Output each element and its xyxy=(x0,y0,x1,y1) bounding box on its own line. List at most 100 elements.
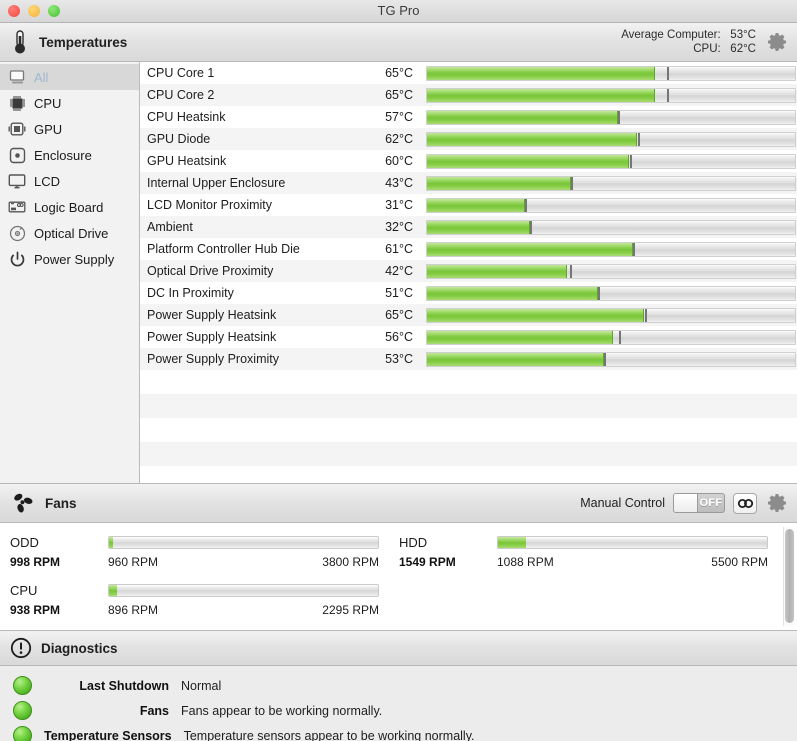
fan-speed-slider[interactable] xyxy=(108,535,379,549)
table-row[interactable]: Power Supply Proximity 53°C xyxy=(140,348,797,370)
fans-settings-button[interactable] xyxy=(766,492,788,514)
diagnostic-row: Fans Fans appear to be working normally. xyxy=(0,698,797,723)
fan-bottom-row: 1549 RPM 1088 RPM 5500 RPM xyxy=(399,553,770,571)
manual-control-toggle[interactable]: OFF xyxy=(673,493,725,513)
temperature-bar xyxy=(426,109,796,125)
table-row-empty xyxy=(140,442,797,466)
temperature-bar-fill xyxy=(427,198,525,212)
fan-speed-fill xyxy=(498,536,526,548)
link-fans-button[interactable] xyxy=(733,492,757,514)
fan-min-rpm: 896 RPM xyxy=(108,603,159,617)
fan-bar-container xyxy=(108,583,381,597)
sidebar-item-label: All xyxy=(34,69,49,85)
temperature-bar-fill xyxy=(427,176,571,190)
sensor-name: GPU Heatsink xyxy=(147,154,227,168)
sensor-temperature-value: 32°C xyxy=(385,220,413,234)
sensor-temperature-value: 60°C xyxy=(385,154,413,168)
sensor-temperature-value: 43°C xyxy=(385,176,413,190)
sensor-name: CPU Core 1 xyxy=(147,66,215,80)
temperature-peak-marker xyxy=(570,264,573,278)
sidebar-item-enclosure[interactable]: Enclosure xyxy=(0,142,139,168)
table-row[interactable]: GPU Diode 62°C xyxy=(140,128,797,150)
table-row[interactable]: GPU Heatsink 60°C xyxy=(140,150,797,172)
fan-item: ODD 998 RPM 960 RPM 3800 RPM xyxy=(0,531,389,579)
fan-bottom-row: 998 RPM 960 RPM 3800 RPM xyxy=(10,553,381,571)
fan-speed-slider[interactable] xyxy=(108,583,379,597)
gear-icon xyxy=(768,494,786,512)
sidebar-item-lcd[interactable]: LCD xyxy=(0,168,139,194)
temperatures-settings-button[interactable] xyxy=(766,31,788,53)
temperature-bar xyxy=(426,131,796,147)
sidebar-item-all[interactable]: All xyxy=(0,64,139,90)
sensor-name: Power Supply Heatsink xyxy=(147,330,277,344)
sidebar-item-label: Power Supply xyxy=(34,251,115,267)
table-row[interactable]: Power Supply Heatsink 56°C xyxy=(140,326,797,348)
temperature-bar-fill xyxy=(427,132,637,146)
sensor-temperature-value: 61°C xyxy=(385,242,413,256)
fan-range: 1088 RPM 5500 RPM xyxy=(497,555,770,569)
table-row[interactable]: CPU Core 2 65°C xyxy=(140,84,797,106)
sensor-temperature-value: 56°C xyxy=(385,330,413,344)
sidebar-item-logic-board[interactable]: Logic Board xyxy=(0,194,139,220)
fan-speed-fill xyxy=(109,584,118,596)
table-row[interactable]: Power Supply Heatsink 65°C xyxy=(140,304,797,326)
diagnostic-row: Temperature Sensors Temperature sensors a… xyxy=(0,723,797,741)
fans-scrollbar[interactable] xyxy=(783,527,795,626)
chain-link-icon xyxy=(737,498,753,508)
enclosure-icon xyxy=(7,145,27,165)
logic-board-icon xyxy=(7,197,27,217)
fan-top-row: ODD xyxy=(10,531,381,553)
sensor-name: DC In Proximity xyxy=(147,286,234,300)
sensor-name: CPU Heatsink xyxy=(147,110,226,124)
scrollbar-thumb[interactable] xyxy=(785,529,794,623)
fan-max-rpm: 3800 RPM xyxy=(322,555,379,569)
sidebar-item-gpu[interactable]: GPU xyxy=(0,116,139,142)
sensor-temperature-value: 51°C xyxy=(385,286,413,300)
exclamation-circle-icon xyxy=(10,637,32,659)
temperature-bar-fill xyxy=(427,286,599,300)
temperature-bar xyxy=(426,219,796,235)
temperature-bar xyxy=(426,351,796,367)
temperature-bar xyxy=(426,65,796,81)
sidebar-item-cpu[interactable]: CPU xyxy=(0,90,139,116)
average-computer-value: 53°C xyxy=(730,29,756,41)
temperature-bar xyxy=(426,307,796,323)
temperature-bar-fill xyxy=(427,88,656,102)
sidebar-item-power-supply[interactable]: Power Supply xyxy=(0,246,139,272)
table-row[interactable]: CPU Core 1 65°C xyxy=(140,62,797,84)
temperature-peak-marker xyxy=(619,330,622,344)
sensor-temperature-value: 31°C xyxy=(385,198,413,212)
temperatures-section-header: Temperatures Average Computer: 53°C CPU:… xyxy=(0,23,797,62)
fan-name: CPU xyxy=(10,582,38,598)
computer-icon xyxy=(7,67,27,87)
temperature-bar xyxy=(426,197,796,213)
window-titlebar: TG Pro xyxy=(0,0,797,23)
status-led-green-icon xyxy=(12,676,32,695)
temperature-sensor-table[interactable]: CPU Core 1 65°C CPU Core 2 65°C CPU Heatsink… xyxy=(140,62,797,483)
fan-grid: ODD 998 RPM 960 RPM 3800 RPM HDD 1549 RPM 1088… xyxy=(0,523,797,627)
fan-speed-slider[interactable] xyxy=(497,535,768,549)
table-row[interactable]: DC In Proximity 51°C xyxy=(140,282,797,304)
table-row[interactable]: LCD Monitor Proximity 31°C xyxy=(140,194,797,216)
table-row-empty xyxy=(140,418,797,442)
table-row[interactable]: Platform Controller Hub Die 61°C xyxy=(140,238,797,260)
table-row[interactable]: CPU Heatsink 57°C xyxy=(140,106,797,128)
fans-section-header: Fans Manual Control OFF xyxy=(0,484,797,523)
fan-current-rpm: 938 RPM xyxy=(10,603,61,617)
fan-name: HDD xyxy=(399,534,428,550)
fan-item: CPU 938 RPM 896 RPM 2295 RPM xyxy=(0,579,389,627)
fan-current-rpm: 998 RPM xyxy=(10,555,61,569)
temperature-bar xyxy=(426,153,796,169)
diagnostic-row: Last Shutdown Normal xyxy=(0,673,797,698)
sidebar-item-optical-drive[interactable]: Optical Drive xyxy=(0,220,139,246)
table-row[interactable]: Ambient 32°C xyxy=(140,216,797,238)
temperature-bar-fill xyxy=(427,110,619,124)
table-row[interactable]: Internal Upper Enclosure 43°C xyxy=(140,172,797,194)
temperature-peak-marker xyxy=(644,308,647,322)
table-row[interactable]: Optical Drive Proximity 42°C xyxy=(140,260,797,282)
sensor-bar-container xyxy=(413,106,797,128)
app-window: TG Pro Temperatures Average Computer: 53… xyxy=(0,0,797,741)
diagnostic-message: Temperature sensors appear to be working… xyxy=(183,728,475,741)
diagnostics-section-header: Diagnostics xyxy=(0,631,797,666)
temperature-peak-marker xyxy=(633,242,636,256)
